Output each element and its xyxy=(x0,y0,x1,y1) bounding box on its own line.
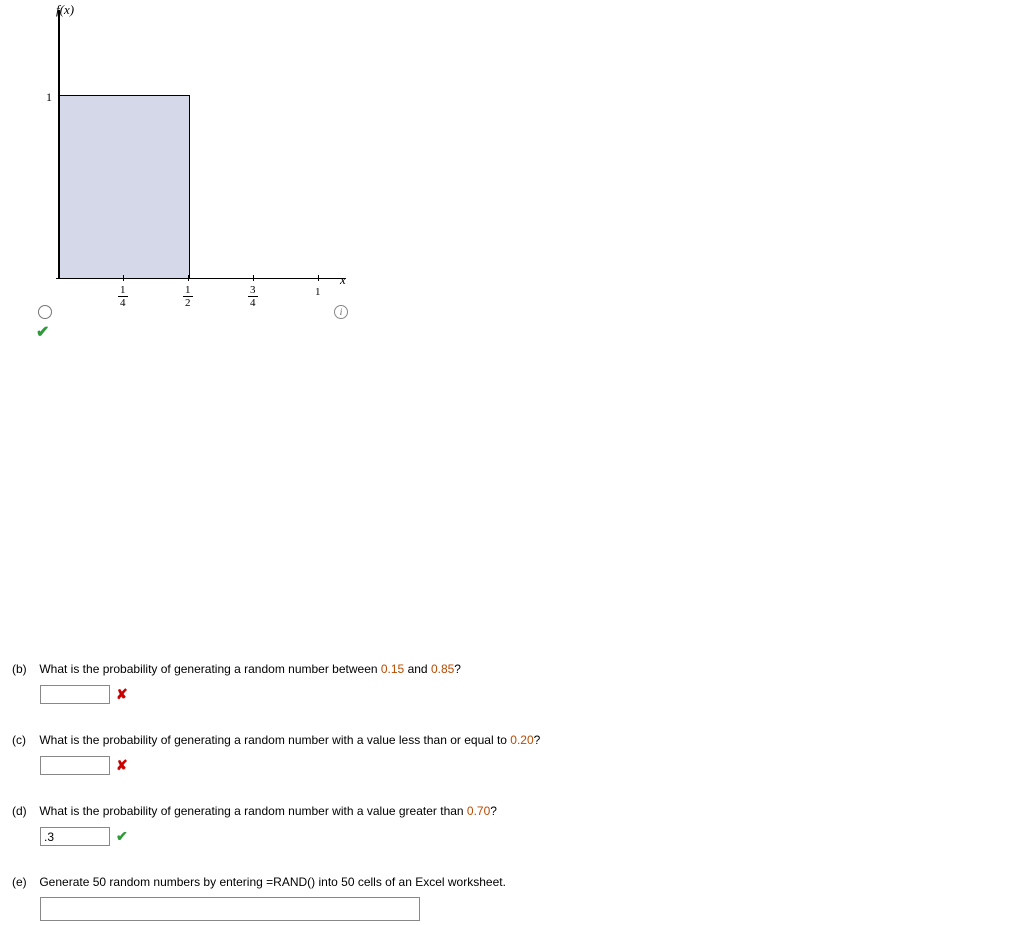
highlight-value: 0.85 xyxy=(431,662,454,676)
question-text: Generate 50 random numbers by entering =… xyxy=(39,875,506,889)
check-icon: ✔ xyxy=(36,322,49,342)
x-tick xyxy=(188,275,189,281)
question-label: (c) xyxy=(12,731,36,749)
check-icon: ✔ xyxy=(116,826,128,847)
x-tick-label-1-4: 1 4 xyxy=(118,284,128,309)
y-tick-1: 1 xyxy=(46,90,52,105)
question-b: (b) What is the probability of generatin… xyxy=(12,660,1012,705)
highlight-value: 0.15 xyxy=(381,662,404,676)
x-tick xyxy=(318,275,319,281)
answer-input-c[interactable] xyxy=(40,756,110,775)
answer-input-b[interactable] xyxy=(40,685,110,704)
question-text: What is the probability of generating a … xyxy=(39,662,461,676)
question-text: What is the probability of generating a … xyxy=(39,804,497,818)
answer-input-e[interactable] xyxy=(40,897,420,921)
question-c: (c) What is the probability of generatin… xyxy=(12,731,1012,776)
shaded-rectangle xyxy=(60,95,190,278)
question-text: What is the probability of generating a … xyxy=(39,733,540,747)
x-tick-label-3-4: 3 4 xyxy=(248,284,258,309)
x-axis xyxy=(56,278,346,279)
question-d: (d) What is the probability of generatin… xyxy=(12,802,1012,847)
x-icon: ✘ xyxy=(116,755,128,776)
x-icon: ✘ xyxy=(116,684,128,705)
question-label: (e) xyxy=(12,873,36,891)
highlight-value: 0.70 xyxy=(467,804,490,818)
answer-input-d[interactable] xyxy=(40,827,110,846)
radio-input[interactable] xyxy=(38,305,52,319)
question-list: (b) What is the probability of generatin… xyxy=(0,660,1024,921)
question-label: (d) xyxy=(12,802,36,820)
info-icon[interactable]: i xyxy=(334,305,348,319)
x-axis-label: x xyxy=(340,272,346,288)
question-label: (b) xyxy=(12,660,36,678)
x-tick xyxy=(123,275,124,281)
x-tick xyxy=(253,275,254,281)
pdf-graph: f(x) 1 x 1 4 1 2 3 4 1 ✔ i xyxy=(20,0,360,310)
highlight-value: 0.20 xyxy=(510,733,533,747)
graph-option-radio[interactable] xyxy=(38,305,52,322)
question-e: (e) Generate 50 random numbers by enteri… xyxy=(12,873,1012,921)
x-tick-label-1: 1 xyxy=(315,286,321,298)
x-tick-label-1-2: 1 2 xyxy=(183,284,193,309)
